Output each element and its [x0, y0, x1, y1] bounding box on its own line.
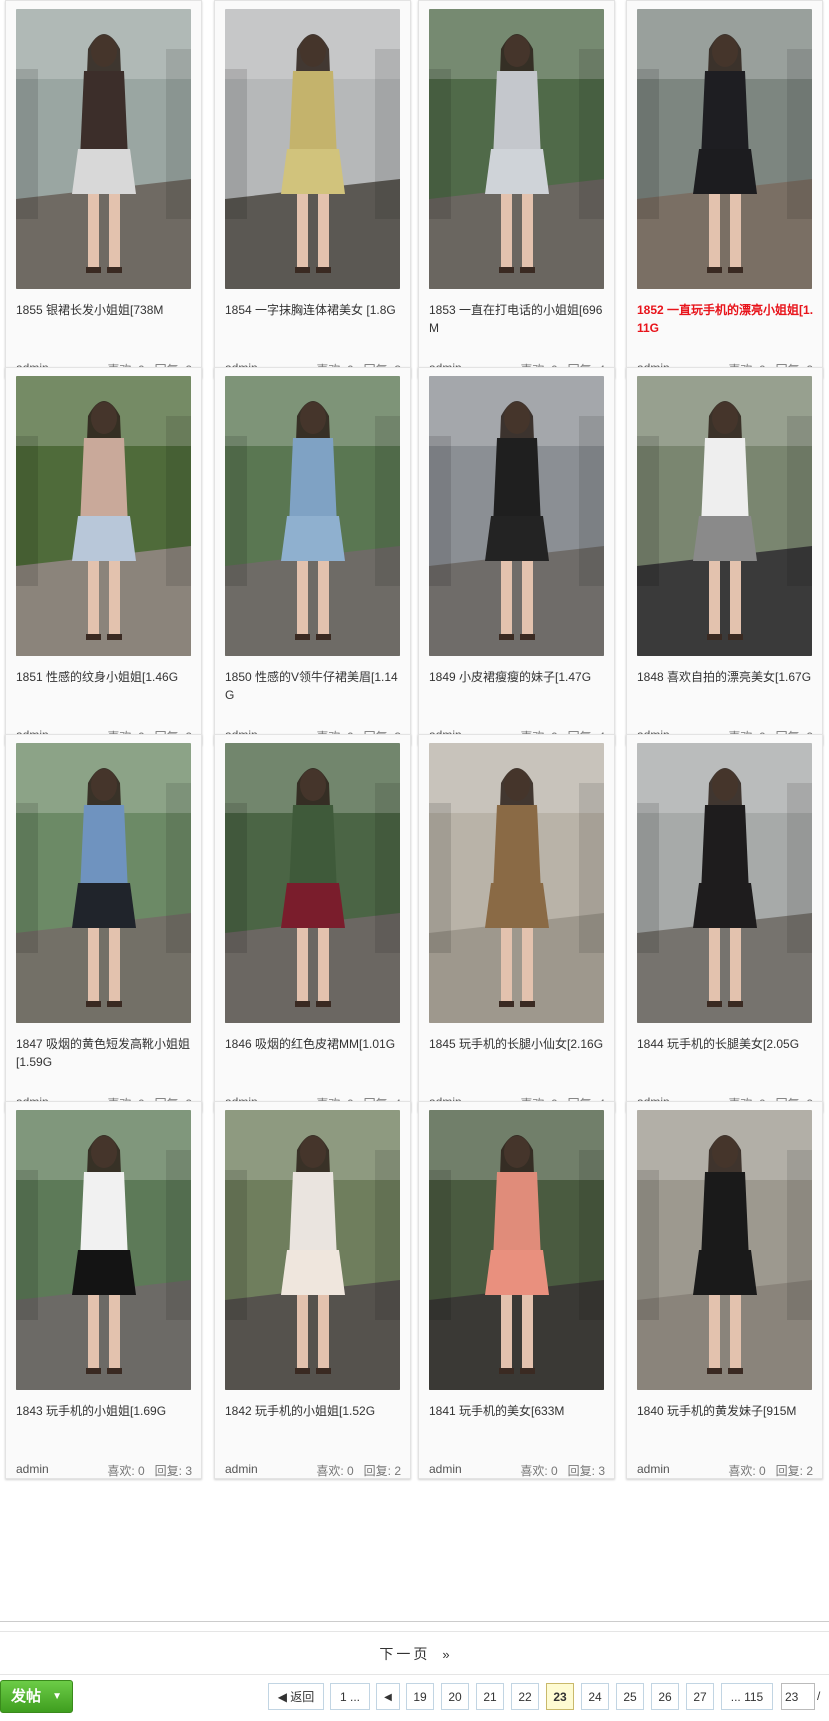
likes-count: 喜欢: 0 [107, 1464, 145, 1478]
post-thumbnail[interactable] [429, 9, 604, 289]
caret-down-icon: ▼ [52, 1691, 62, 1702]
post-thumbnail[interactable] [225, 1110, 400, 1390]
replies-count: 回复: 3 [567, 1464, 605, 1478]
replies-count: 回复: 2 [775, 1464, 813, 1478]
post-thumbnail[interactable] [637, 743, 812, 1023]
page-current[interactable]: 23 [546, 1683, 574, 1710]
back-button[interactable]: ◀ 返回 [268, 1683, 324, 1710]
post-thumbnail[interactable] [16, 9, 191, 289]
post-author[interactable]: admin [225, 1462, 258, 1476]
post-meta: admin 喜欢: 0 回复: 2 [637, 1462, 813, 1478]
post-title[interactable]: 1841 玩手机的美女[633M [429, 1402, 606, 1420]
post-thumbnail[interactable] [637, 9, 812, 289]
post-title[interactable]: 1855 银裙长发小姐姐[738M [16, 301, 193, 319]
replies-count: 回复: 3 [154, 1464, 192, 1478]
post-title[interactable]: 1851 性感的纹身小姐姐[1.46G [16, 668, 193, 686]
post-card[interactable]: 1841 玩手机的美女[633M admin 喜欢: 0 回复: 3 [418, 1101, 615, 1479]
post-title[interactable]: 1847 吸烟的黄色短发高靴小姐姐[1.59G [16, 1035, 193, 1071]
post-title[interactable]: 1850 性感的V领牛仔裙美眉[1.14G [225, 668, 402, 704]
page-link[interactable]: 20 [441, 1683, 469, 1710]
post-title[interactable]: 1852 一直玩手机的漂亮小姐姐[1.11G [637, 301, 814, 337]
post-title[interactable]: 1842 玩手机的小姐姐[1.52G [225, 1402, 402, 1420]
post-card[interactable]: 1847 吸烟的黄色短发高靴小姐姐[1.59Gadmin喜欢: 0回复: 2 [5, 734, 202, 1112]
post-title[interactable]: 1843 玩手机的小姐姐[1.69G [16, 1402, 193, 1420]
post-card[interactable]: 1850 性感的V领牛仔裙美眉[1.14Gadmin喜欢: 0回复: 3 [214, 367, 411, 745]
page-link[interactable]: 27 [686, 1683, 714, 1710]
post-thumbnail[interactable] [16, 376, 191, 656]
page-jump-input[interactable] [781, 1683, 815, 1710]
post-meta: admin 喜欢: 0 回复: 3 [16, 1462, 192, 1478]
post-title[interactable]: 1845 玩手机的长腿小仙女[2.16G [429, 1035, 606, 1053]
post-author[interactable]: admin [429, 1462, 462, 1476]
post-title[interactable]: 1848 喜欢自拍的漂亮美女[1.67G [637, 668, 814, 686]
page-link[interactable]: 19 [406, 1683, 434, 1710]
post-card[interactable]: 1842 玩手机的小姐姐[1.52G admin 喜欢: 0 回复: 2 [214, 1101, 411, 1479]
chevron-left-icon: ◀ [277, 1690, 287, 1704]
post-stats: 喜欢: 0 回复: 3 [97, 1462, 192, 1479]
post-author[interactable]: admin [16, 1462, 49, 1476]
next-arrow-icon[interactable]: » [442, 1647, 449, 1662]
post-stats: 喜欢: 0 回复: 2 [306, 1462, 401, 1479]
post-author[interactable]: admin [637, 1462, 670, 1476]
page-link[interactable]: 22 [511, 1683, 539, 1710]
post-thumbnail[interactable] [16, 743, 191, 1023]
post-card[interactable]: 1843 玩手机的小姐姐[1.69G admin 喜欢: 0 回复: 3 [5, 1101, 202, 1479]
post-meta: admin 喜欢: 0 回复: 2 [225, 1462, 401, 1478]
post-title[interactable]: 1840 玩手机的黄发妹子[915M [637, 1402, 814, 1420]
post-title[interactable]: 1846 吸烟的红色皮裙MM[1.01G [225, 1035, 402, 1053]
new-post-button[interactable]: 发帖 ▼ [0, 1680, 73, 1713]
post-thumbnail[interactable] [637, 1110, 812, 1390]
post-card[interactable]: 1848 喜欢自拍的漂亮美女[1.67Gadmin喜欢: 0回复: 2 [626, 367, 823, 745]
post-card[interactable]: 1851 性感的纹身小姐姐[1.46Gadmin喜欢: 0回复: 2 [5, 367, 202, 745]
page-last[interactable]: ... 115 [721, 1683, 773, 1710]
post-card[interactable]: 1855 银裙长发小姐姐[738Madmin喜欢: 0回复: 2 [5, 0, 202, 378]
post-card[interactable]: 1849 小皮裙瘦瘦的妹子[1.47Gadmin喜欢: 0回复: 4 [418, 367, 615, 745]
post-thumbnail[interactable] [429, 376, 604, 656]
new-post-label: 发帖 [11, 1688, 42, 1705]
post-thumbnail[interactable] [429, 743, 604, 1023]
prev-page-icon[interactable]: ◀ [376, 1683, 400, 1710]
post-grid: 1855 银裙长发小姐姐[738Madmin喜欢: 0回复: 21854 一字抹… [0, 0, 829, 1630]
page-link[interactable]: 24 [581, 1683, 609, 1710]
likes-count: 喜欢: 0 [728, 1464, 766, 1478]
next-page-link[interactable]: 下一页 [379, 1644, 430, 1664]
replies-count: 回复: 2 [363, 1464, 401, 1478]
post-card[interactable]: 1854 一字抹胸连体裙美女 [1.8Gadmin喜欢: 0回复: 3 [214, 0, 411, 378]
post-thumbnail[interactable] [225, 743, 400, 1023]
page-slash: / [817, 1689, 821, 1703]
post-card[interactable]: 1853 一直在打电话的小姐姐[696Madmin喜欢: 0回复: 4 [418, 0, 615, 378]
post-card[interactable]: 1846 吸烟的红色皮裙MM[1.01Gadmin喜欢: 0回复: 4 [214, 734, 411, 1112]
page-link[interactable]: 21 [476, 1683, 504, 1710]
post-title[interactable]: 1849 小皮裙瘦瘦的妹子[1.47G [429, 668, 606, 686]
post-thumbnail[interactable] [429, 1110, 604, 1390]
post-card[interactable]: 1852 一直玩手机的漂亮小姐姐[1.11Gadmin喜欢: 0回复: 2 [626, 0, 823, 378]
post-meta: admin 喜欢: 0 回复: 3 [429, 1462, 605, 1478]
post-stats: 喜欢: 0 回复: 3 [510, 1462, 605, 1479]
post-card[interactable]: 1840 玩手机的黄发妹子[915M admin 喜欢: 0 回复: 2 [626, 1101, 823, 1479]
divider [0, 1621, 829, 1622]
post-thumbnail[interactable] [225, 376, 400, 656]
post-stats: 喜欢: 0 回复: 2 [718, 1462, 813, 1479]
post-card[interactable]: 1845 玩手机的长腿小仙女[2.16Gadmin喜欢: 0回复: 4 [418, 734, 615, 1112]
back-label: 返回 [290, 1690, 315, 1704]
post-title[interactable]: 1853 一直在打电话的小姐姐[696M [429, 301, 606, 337]
page-link[interactable]: 25 [616, 1683, 644, 1710]
page-link[interactable]: 26 [651, 1683, 679, 1710]
page-first[interactable]: 1 ... [330, 1683, 370, 1710]
post-thumbnail[interactable] [225, 9, 400, 289]
likes-count: 喜欢: 0 [520, 1464, 558, 1478]
post-title[interactable]: 1854 一字抹胸连体裙美女 [1.8G [225, 301, 402, 319]
post-thumbnail[interactable] [637, 376, 812, 656]
likes-count: 喜欢: 0 [316, 1464, 354, 1478]
post-card[interactable]: 1844 玩手机的长腿美女[2.05Gadmin喜欢: 0回复: 2 [626, 734, 823, 1112]
post-thumbnail[interactable] [16, 1110, 191, 1390]
next-page-bar[interactable]: 下一页 » [0, 1631, 829, 1675]
post-title[interactable]: 1844 玩手机的长腿美女[2.05G [637, 1035, 814, 1053]
